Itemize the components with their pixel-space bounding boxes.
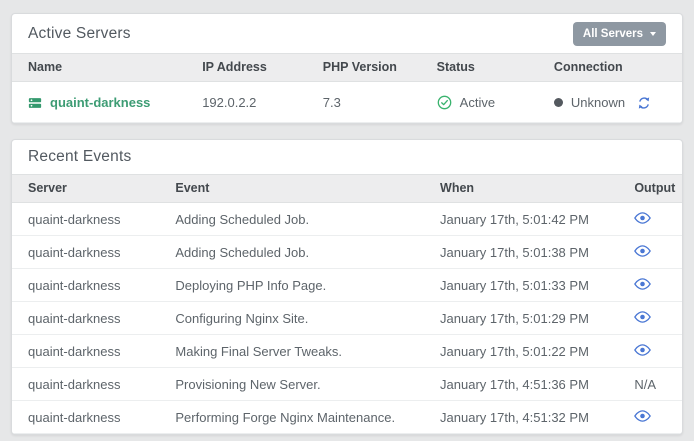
event-output-cell: N/A xyxy=(618,368,682,401)
event-timestamp: January 17th, 5:01:22 PM xyxy=(424,335,618,368)
event-description: Performing Forge Nginx Maintenance. xyxy=(159,401,424,434)
output-na-text: N/A xyxy=(634,377,656,392)
view-output-eye-icon[interactable] xyxy=(634,278,651,290)
active-servers-header: Active Servers All Servers xyxy=(12,14,682,53)
recent-events-table: Server Event When Output quaint-darkness… xyxy=(12,174,682,434)
event-description: Provisioning New Server. xyxy=(159,368,424,401)
event-server-name: quaint-darkness xyxy=(12,401,159,434)
event-server-name: quaint-darkness xyxy=(12,203,159,236)
server-name-link[interactable]: quaint-darkness xyxy=(50,95,150,110)
event-timestamp: January 17th, 5:01:33 PM xyxy=(424,269,618,302)
view-output-eye-icon[interactable] xyxy=(634,311,651,323)
event-description: Making Final Server Tweaks. xyxy=(159,335,424,368)
column-header-name: Name xyxy=(12,54,186,82)
event-server-name: quaint-darkness xyxy=(12,269,159,302)
event-timestamp: January 17th, 5:01:29 PM xyxy=(424,302,618,335)
event-output-cell: eye xyxy=(618,335,682,368)
event-output-cell: eye xyxy=(618,236,682,269)
column-header-output: Output xyxy=(618,175,682,203)
all-servers-dropdown-button[interactable]: All Servers xyxy=(573,22,666,46)
view-output-eye-icon[interactable] xyxy=(634,344,651,356)
active-servers-title: Active Servers xyxy=(28,25,131,43)
caret-down-icon xyxy=(650,32,656,36)
connection-badge: Unknown xyxy=(554,95,651,110)
recent-events-header-row: Server Event When Output xyxy=(12,175,682,203)
refresh-icon[interactable] xyxy=(637,96,651,110)
event-timestamp: January 17th, 5:01:38 PM xyxy=(424,236,618,269)
recent-events-title: Recent Events xyxy=(28,148,131,166)
event-server-name: quaint-darkness xyxy=(12,368,159,401)
event-row: quaint-darkness Configuring Nginx Site. … xyxy=(12,302,682,335)
active-servers-header-row: Name IP Address PHP Version Status Conne… xyxy=(12,54,682,82)
event-output-cell: eye xyxy=(618,401,682,434)
column-header-when: When xyxy=(424,175,618,203)
connection-dot-icon xyxy=(554,98,563,107)
view-output-eye-icon[interactable] xyxy=(634,245,651,257)
event-description: Configuring Nginx Site. xyxy=(159,302,424,335)
active-servers-panel: Active Servers All Servers Name IP Addre… xyxy=(11,13,683,124)
column-header-connection: Connection xyxy=(538,54,682,82)
event-row: quaint-darkness Adding Scheduled Job. Ja… xyxy=(12,236,682,269)
server-php-version: 7.3 xyxy=(307,82,421,123)
event-server-name: quaint-darkness xyxy=(12,302,159,335)
event-row: quaint-darkness Provisioning New Server.… xyxy=(12,368,682,401)
connection-status-text: Unknown xyxy=(571,95,625,110)
event-output-cell: eye xyxy=(618,302,682,335)
event-description: Deploying PHP Info Page. xyxy=(159,269,424,302)
column-header-status: Status xyxy=(421,54,538,82)
event-description: Adding Scheduled Job. xyxy=(159,236,424,269)
column-header-php-version: PHP Version xyxy=(307,54,421,82)
event-description: Adding Scheduled Job. xyxy=(159,203,424,236)
recent-events-header: Recent Events xyxy=(12,140,682,174)
event-row: quaint-darkness Performing Forge Nginx M… xyxy=(12,401,682,434)
event-timestamp: January 17th, 4:51:32 PM xyxy=(424,401,618,434)
event-output-cell: eye xyxy=(618,269,682,302)
server-status-text: Active xyxy=(460,95,495,110)
event-row: quaint-darkness Making Final Server Twea… xyxy=(12,335,682,368)
status-badge: Active xyxy=(437,95,495,110)
active-servers-table: Name IP Address PHP Version Status Conne… xyxy=(12,53,682,123)
check-circle-icon xyxy=(437,95,452,110)
server-row: quaint-darkness 192.0.2.2 7.3 xyxy=(12,82,682,123)
event-timestamp: January 17th, 5:01:42 PM xyxy=(424,203,618,236)
server-ip-address: 192.0.2.2 xyxy=(186,82,307,123)
server-icon xyxy=(28,96,42,110)
column-header-event: Event xyxy=(159,175,424,203)
event-output-cell: eye xyxy=(618,203,682,236)
recent-events-panel: Recent Events Server Event When Output q… xyxy=(11,139,683,435)
column-header-ip-address: IP Address xyxy=(186,54,307,82)
view-output-eye-icon[interactable] xyxy=(634,410,651,422)
column-header-server: Server xyxy=(12,175,159,203)
event-server-name: quaint-darkness xyxy=(12,236,159,269)
event-server-name: quaint-darkness xyxy=(12,335,159,368)
event-row: quaint-darkness Adding Scheduled Job. Ja… xyxy=(12,203,682,236)
dashboard-page: Active Servers All Servers Name IP Addre… xyxy=(0,0,694,441)
view-output-eye-icon[interactable] xyxy=(634,212,651,224)
all-servers-dropdown-label: All Servers xyxy=(583,28,643,40)
event-row: quaint-darkness Deploying PHP Info Page.… xyxy=(12,269,682,302)
event-timestamp: January 17th, 4:51:36 PM xyxy=(424,368,618,401)
